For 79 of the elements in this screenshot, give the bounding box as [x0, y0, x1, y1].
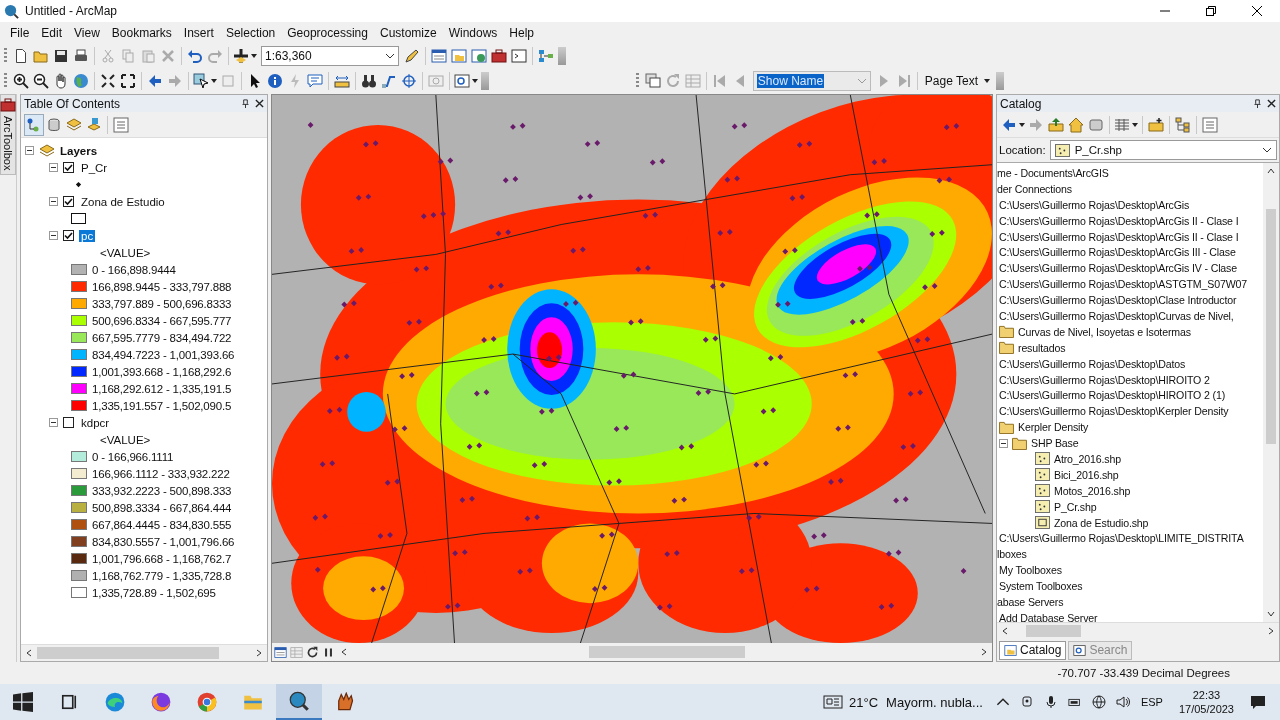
class-label: 333,797.889 - 500,696.8333	[92, 297, 232, 310]
menu-item[interactable]: Customize	[373, 24, 443, 42]
catalog-item[interactable]: C:\Users\Guillermo Rojas\Desktop\Kerpler Density	[997, 403, 1263, 420]
catalog-item[interactable]: Kerpler Density	[997, 419, 1263, 436]
menu-item[interactable]: Help	[503, 24, 541, 42]
catalog-item[interactable]: me - Documents\ArcGIS	[997, 165, 1263, 181]
class-label: 1,001,393.668 - 1,168,292.6	[92, 365, 232, 378]
catalog-item[interactable]: SHP Base	[997, 435, 1263, 452]
catalog-item[interactable]: C:\Users\Guillermo Rojas\Desktop\HIROITO 2 (1)	[997, 387, 1263, 404]
class-label: 500,898.3334 - 667,864.444	[92, 501, 232, 514]
class-label: 500,696.8334 - 667,595.777	[92, 314, 232, 327]
menu-item[interactable]: View	[68, 24, 106, 42]
field-name: <VALUE>	[100, 433, 151, 446]
catalog-item[interactable]: Bici_2016.shp	[997, 466, 1263, 483]
catalog-item[interactable]: Add Database Server	[997, 609, 1263, 622]
catalog-item[interactable]: C:\Users\Guillermo Rojas\Desktop\ArcGis II - Clase I	[997, 212, 1263, 229]
catalog-item[interactable]: C:\Users\Guillermo Rojas\Desktop\ASTGTM_S07W07	[997, 276, 1263, 293]
page-name-field[interactable]: Show Name	[752, 71, 871, 91]
menu-item[interactable]: Bookmarks	[105, 24, 178, 42]
field-name: <VALUE>	[100, 246, 151, 259]
class-label: 1,335,191.557 - 1,502,090.5	[92, 399, 232, 412]
data-frame-name[interactable]: Layers	[60, 144, 98, 157]
weather-temperature[interactable]: 21°C	[849, 694, 879, 710]
class-label: 1,168,762.779 - 1,335,728.8	[92, 569, 232, 582]
class-label: 1,335,728.89 - 1,502,695	[92, 586, 216, 599]
class-label: 333,932.2223 - 500,898.333	[92, 484, 232, 497]
catalog-item[interactable]: My Toolboxes	[997, 562, 1263, 579]
catalog-item[interactable]: Motos_2016.shp	[997, 482, 1263, 499]
catalog-item[interactable]: abase Servers	[997, 594, 1263, 610]
language-indicator[interactable]: ESP	[1140, 696, 1163, 708]
class-label: 0 - 166,898.9444	[92, 263, 176, 276]
catalog-item[interactable]: C:\Users\Guillermo Rojas\Desktop\Clase Introductor	[997, 292, 1263, 308]
layer-name[interactable]: Zona de Estudio	[79, 195, 167, 208]
menu-item[interactable]: Insert	[177, 24, 220, 42]
menu-item[interactable]: File	[4, 24, 36, 42]
class-label: 166,966.1112 - 333,932.222	[92, 467, 230, 480]
catalog-item[interactable]: Curvas de Nivel, Isoyetas e Isotermas	[997, 323, 1263, 340]
class-label: 0 - 166,966.1111	[92, 450, 174, 463]
catalog-item[interactable]: der Connections	[997, 180, 1263, 197]
menu-item[interactable]: Selection	[219, 24, 282, 42]
class-label: 667,595.7779 - 834,494.722	[92, 331, 232, 344]
coordinates-readout: -70.707 -33.439 Decimal Degrees	[1057, 667, 1230, 679]
panel-title: Table Of Contents	[24, 96, 121, 111]
catalog-item[interactable]: P_Cr.shp	[997, 498, 1263, 515]
catalog-item[interactable]: System Toolboxes	[997, 578, 1263, 595]
panel-tab[interactable]: Catalog	[999, 640, 1067, 660]
catalog-item[interactable]: C:\Users\Guillermo Rojas\Desktop\ArcGis II - Clase I	[997, 228, 1263, 245]
catalog-item[interactable]: resultados	[997, 339, 1263, 356]
class-label: 1,168,292.612 - 1,335,191.5	[92, 382, 232, 395]
toolbox-tab[interactable]: ArcToolbox	[0, 94, 16, 176]
clock[interactable]: 22:33 17/05/2023	[1178, 688, 1234, 716]
layer-name[interactable]: kdpcr	[79, 416, 112, 429]
scale-field[interactable]: 1:63,360	[261, 46, 399, 66]
class-label: 166,898.9445 - 333,797.888	[92, 280, 232, 293]
location-label: Location:	[999, 144, 1046, 156]
window-title: Untitled - ArcMap	[25, 4, 118, 18]
layer-name[interactable]: P_Cr	[79, 161, 110, 174]
class-label: 667,864.4445 - 834,830.555	[92, 518, 232, 531]
catalog-item[interactable]: C:\Users\Guillermo Rojas\Desktop\ArcGis	[997, 196, 1263, 213]
catalog-item[interactable]: C:\Users\Guillermo Rojas\Desktop\ArcGis III - Clase	[997, 244, 1263, 261]
catalog-item[interactable]: C:\Users\Guillermo Rojas\Desktop\LIMITE_DISTRITA	[997, 530, 1263, 547]
menu-item[interactable]: Windows	[442, 24, 504, 42]
catalog-item[interactable]: C:\Users\Guillermo Rojas\Desktop\HIROITO 2	[997, 371, 1263, 388]
class-label: 834,830.5557 - 1,001,796.66	[92, 535, 235, 548]
catalog-item[interactable]: Atro_2016.shp	[997, 451, 1263, 467]
panel-title: Catalog	[1000, 96, 1042, 111]
catalog-item[interactable]: C:\Users\Guillermo Rojas\Desktop\Datos	[997, 355, 1263, 372]
page-text-button[interactable]: Page Text	[920, 70, 994, 92]
catalog-item[interactable]: C:\Users\Guillermo Rojas\Desktop\Curvas de Nivel,	[997, 308, 1263, 324]
menu-item[interactable]: Edit	[35, 24, 69, 42]
location-field[interactable]: P_Cr.shp	[1049, 140, 1277, 160]
catalog-item[interactable]: lboxes	[997, 546, 1263, 563]
class-label: 834,494.7223 - 1,001,393.66	[92, 348, 235, 361]
catalog-item[interactable]: Zona de Estudio.shp	[997, 514, 1263, 531]
class-label: 1,001,796.668 - 1,168,762.7	[92, 552, 232, 565]
weather-description[interactable]: Mayorm. nubla...	[886, 694, 983, 710]
catalog-item[interactable]: C:\Users\Guillermo Rojas\Desktop\ArcGis IV - Clase	[997, 260, 1263, 277]
layer-name[interactable]: pc	[79, 229, 96, 242]
menu-item[interactable]: Geoprocessing	[281, 24, 374, 42]
